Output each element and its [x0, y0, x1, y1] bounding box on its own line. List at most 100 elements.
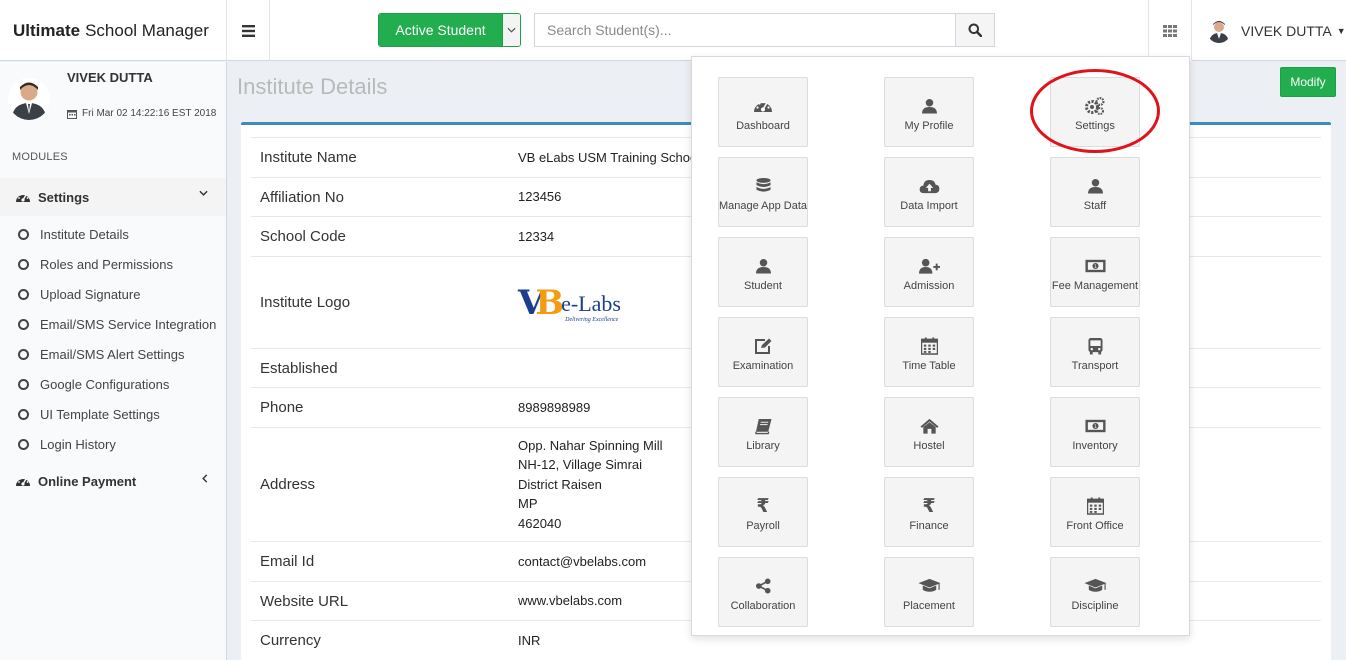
- calendar-icon: [1086, 496, 1104, 516]
- module-tile-front-office[interactable]: Front Office: [1050, 477, 1140, 547]
- rupee-icon: ₹: [922, 495, 936, 517]
- module-label: Placement: [903, 600, 955, 612]
- sidebar-item-label: Login History: [40, 436, 116, 452]
- row-key: Institute Logo: [260, 294, 351, 311]
- sidebar-item-label: Email/SMS Alert Settings: [40, 346, 185, 362]
- chevron-down-icon[interactable]: [502, 14, 520, 46]
- sidebar-item-settings[interactable]: Settings: [0, 178, 226, 216]
- module-tile-time-table[interactable]: Time Table: [884, 317, 974, 387]
- row-key: Email Id: [260, 553, 315, 570]
- cloud-upload-icon: [919, 176, 940, 196]
- circle-icon: [18, 318, 29, 330]
- sidebar-online-payment-label: Online Payment: [38, 473, 137, 489]
- logo-labs-text: e-Labs: [561, 290, 621, 316]
- module-tile-hostel[interactable]: Hostel: [884, 397, 974, 467]
- row-key: Address: [260, 476, 316, 493]
- row-key: Affiliation No: [260, 188, 344, 206]
- brand-bold: Ultimate: [13, 20, 81, 40]
- module-label: Staff: [1083, 200, 1107, 212]
- settings-submenu: Institute Details Roles and Permissions …: [0, 219, 226, 459]
- circle-icon: [18, 378, 29, 390]
- module-tile-placement[interactable]: Placement: [884, 557, 974, 627]
- search-input[interactable]: [534, 13, 956, 47]
- module-label: Student: [744, 280, 782, 292]
- module-label: Fee Management: [1051, 280, 1139, 292]
- top-navbar: Ultimate School Manager Active Student V…: [0, 0, 1346, 61]
- circle-icon: [18, 258, 29, 270]
- modules-grid-button[interactable]: [1148, 0, 1192, 61]
- sidebar-item-label: UI Template Settings: [40, 406, 160, 422]
- money-icon: 1: [1084, 416, 1106, 436]
- chevron-down-icon: [199, 190, 208, 196]
- sidebar-toggle-button[interactable]: [227, 0, 270, 61]
- grid-icon: [1163, 24, 1177, 37]
- module-tile-payroll[interactable]: ₹ Payroll: [718, 477, 808, 547]
- sidebar-item-label: Institute Details: [40, 226, 129, 242]
- bus-icon: [1087, 336, 1103, 356]
- sidebar-user-name: VIVEK DUTTA: [67, 70, 153, 85]
- module-tile-library[interactable]: Library: [718, 397, 808, 467]
- module-tile-examination[interactable]: Examination: [718, 317, 808, 387]
- circle-icon: [18, 348, 29, 360]
- sidebar-item-roles-permissions[interactable]: Roles and Permissions: [0, 249, 226, 279]
- sidebar-item-online-payment[interactable]: Online Payment: [0, 462, 226, 500]
- hamburger-icon: [241, 24, 255, 37]
- user-plus-icon: [918, 256, 940, 276]
- sidebar-date-text: Fri Mar 02 14:22:16 EST 2018: [82, 108, 217, 119]
- active-student-label[interactable]: Active Student: [379, 14, 502, 46]
- sidebar-item-email-sms-alert[interactable]: Email/SMS Alert Settings: [0, 339, 226, 369]
- module-tile-transport[interactable]: Transport: [1050, 317, 1140, 387]
- user-icon: [755, 256, 771, 276]
- dashboard-icon: [753, 96, 773, 116]
- rupee-icon: ₹: [756, 495, 770, 517]
- module-tile-my-profile[interactable]: My Profile: [884, 77, 974, 147]
- module-tile-student[interactable]: Student: [718, 237, 808, 307]
- row-key: School Code: [260, 228, 346, 245]
- module-tile-finance[interactable]: ₹ Finance: [884, 477, 974, 547]
- app-brand[interactable]: Ultimate School Manager: [0, 0, 227, 61]
- user-menu[interactable]: VIVEK DUTTA ▼: [1193, 0, 1346, 61]
- module-tile-manage-app-data[interactable]: Manage App Data: [718, 157, 808, 227]
- module-label: Hostel: [913, 440, 945, 452]
- module-tile-data-import[interactable]: Data Import: [884, 157, 974, 227]
- chevron-left-icon: [202, 474, 208, 483]
- module-label: Front Office: [1066, 520, 1124, 532]
- sidebar-item-upload-signature[interactable]: Upload Signature: [0, 279, 226, 309]
- module-tile-fee-management[interactable]: 1 Fee Management: [1050, 237, 1140, 307]
- sidebar-item-institute-details[interactable]: Institute Details: [0, 219, 226, 249]
- row-key: Website URL: [260, 592, 349, 610]
- module-label: Examination: [732, 360, 794, 372]
- sidebar-settings-label: Settings: [38, 189, 90, 205]
- svg-text:1: 1: [1093, 424, 1096, 430]
- search-button[interactable]: [955, 13, 995, 47]
- module-tile-admission[interactable]: Admission: [884, 237, 974, 307]
- module-tile-staff[interactable]: Staff: [1050, 157, 1140, 227]
- svg-text:1: 1: [1093, 264, 1096, 270]
- user-name: VIVEK DUTTA: [1241, 22, 1332, 39]
- sidebar-item-label: Email/SMS Service Integration: [40, 316, 217, 332]
- module-tile-discipline[interactable]: Discipline: [1050, 557, 1140, 627]
- active-student-dropdown[interactable]: Active Student: [378, 13, 521, 47]
- module-tile-inventory[interactable]: 1 Inventory: [1050, 397, 1140, 467]
- module-tile-collaboration[interactable]: Collaboration: [718, 557, 808, 627]
- module-label: Time Table: [902, 360, 956, 372]
- module-label: Collaboration: [730, 600, 796, 612]
- logo-b: B: [535, 282, 565, 323]
- module-label: Dashboard: [736, 120, 790, 132]
- brand-rest: School Manager: [85, 20, 209, 40]
- sidebar-avatar: [8, 78, 50, 120]
- book-icon: [754, 416, 772, 436]
- graduation-cap-icon: [917, 576, 941, 596]
- edit-icon: [754, 336, 772, 356]
- sidebar-item-email-sms-service[interactable]: Email/SMS Service Integration: [0, 309, 226, 339]
- sidebar-item-google-config[interactable]: Google Configurations: [0, 369, 226, 399]
- modify-button[interactable]: Modify: [1280, 67, 1336, 97]
- row-key: Established: [260, 359, 338, 377]
- institute-logo: VB e-Labs Delivering Excellence: [518, 282, 621, 323]
- logo-labs: e-Labs Delivering Excellence: [561, 290, 621, 323]
- dashboard-icon: [16, 192, 30, 202]
- sidebar-item-ui-template[interactable]: UI Template Settings: [0, 399, 226, 429]
- module-tile-dashboard[interactable]: Dashboard: [718, 77, 808, 147]
- sidebar-item-login-history[interactable]: Login History: [0, 429, 226, 459]
- logo-tagline: Delivering Excellence: [565, 316, 619, 323]
